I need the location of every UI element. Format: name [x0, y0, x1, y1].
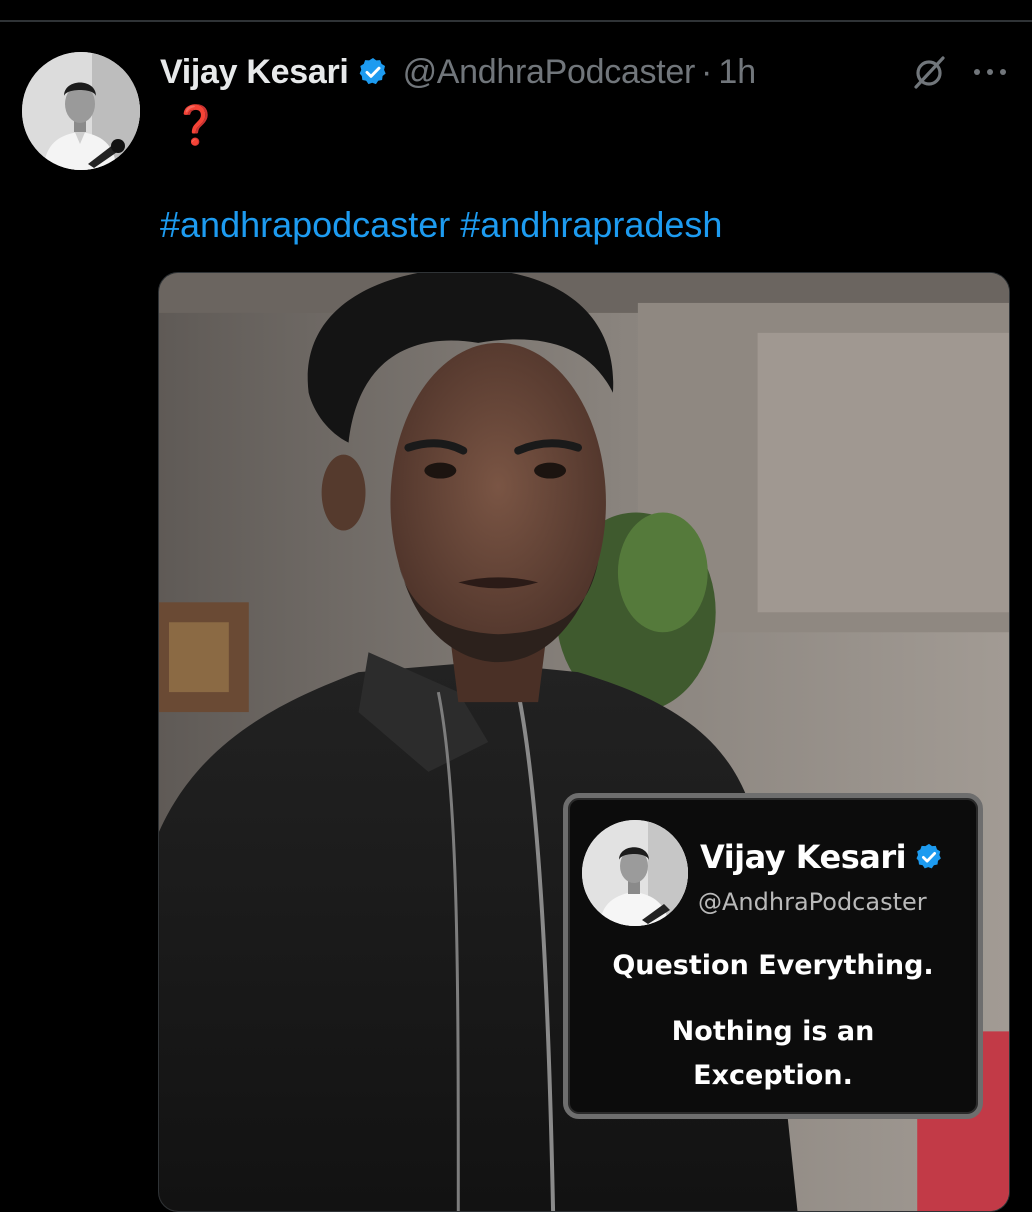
quote-card-line1: Question Everything.	[612, 950, 934, 981]
quote-card-avatar	[582, 820, 688, 926]
separator-dot: ·	[701, 52, 713, 91]
quote-card-handle: @AndhraPodcaster	[698, 888, 927, 916]
verified-badge-icon	[359, 58, 386, 85]
hashtag-andhrapodcaster[interactable]: #andhrapodcaster	[160, 204, 450, 245]
quote-card-name-row: Vijay Kesari	[700, 838, 944, 876]
more-dot	[987, 69, 993, 75]
quote-card-avatar-image	[582, 820, 688, 926]
author-name[interactable]: Vijay Kesari	[160, 53, 349, 92]
quote-card: Vijay Kesari @AndhraPodcaster Question E…	[563, 793, 983, 1119]
quote-card-line2: Nothing is an Exception.	[568, 1010, 978, 1098]
avatar-image	[22, 52, 140, 170]
more-dot	[1000, 69, 1006, 75]
quote-card-line2a: Nothing is an	[671, 1016, 875, 1047]
tweet-hashtags: #andhrapodcaster #andhrapradesh	[160, 204, 722, 246]
tweet[interactable]: Vijay Kesari @AndhraPodcaster · 1h ❓ #an…	[0, 22, 1032, 1212]
author-avatar[interactable]	[22, 52, 140, 170]
more-horizontal-icon[interactable]	[970, 54, 1010, 90]
grok-slash-circle-icon[interactable]	[910, 52, 950, 92]
quote-card-line2b: Exception.	[693, 1060, 853, 1091]
quote-card-verified-badge-icon	[916, 843, 941, 869]
tweet-header: Vijay Kesari @AndhraPodcaster · 1h	[160, 48, 756, 96]
quote-card-name: Vijay Kesari	[700, 838, 907, 876]
more-dot	[974, 69, 980, 75]
author-handle[interactable]: @AndhraPodcaster	[403, 53, 696, 92]
question-mark-emoji: ❓	[172, 105, 220, 147]
hashtag-andhrapradesh[interactable]: #andhrapradesh	[460, 204, 722, 245]
tweet-timestamp[interactable]: 1h	[718, 53, 756, 92]
tweet-media-image[interactable]: Vijay Kesari @AndhraPodcaster Question E…	[158, 272, 1010, 1212]
